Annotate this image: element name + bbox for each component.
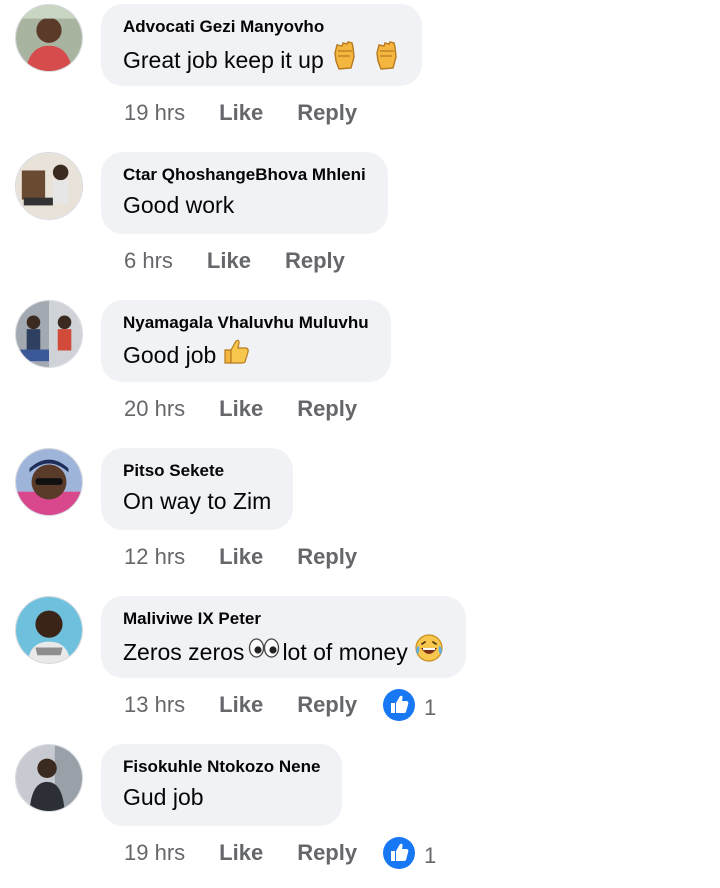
comment: Fisokuhle Ntokozo Nene Gud job 19 hrs Li… [0,740,720,888]
comment-timestamp[interactable]: 13 hrs [124,692,185,718]
comment-author[interactable]: Fisokuhle Ntokozo Nene [123,757,320,777]
comment-text: Zeros zeros lot of money [123,633,444,671]
reaction-count: 1 [424,842,437,868]
comment-author[interactable]: Nyamagala Vhaluvhu Muluvhu [123,313,369,333]
comment-bubble: Nyamagala Vhaluvhu Muluvhu Good job [101,300,391,382]
eyes-icon [248,636,280,668]
like-button[interactable]: Like [219,840,263,866]
comment-author[interactable]: Maliviwe IX Peter [123,609,444,629]
comment-timestamp[interactable]: 6 hrs [124,248,173,274]
comment-bubble: Advocati Gezi Manyovho Great job keep it… [101,4,422,86]
like-button[interactable]: Like [219,396,263,422]
comment-actions: 13 hrs Like Reply [124,690,357,720]
avatar[interactable] [15,448,83,516]
comment-bubble: Fisokuhle Ntokozo Nene Gud job [101,744,343,826]
comment: Advocati Gezi Manyovho Great job keep it… [0,0,720,148]
comment-body: On way to Zim [123,488,272,514]
comment-author[interactable]: Pitso Sekete [123,461,271,481]
comment-body: Gud job [123,784,204,810]
avatar[interactable] [15,596,83,664]
avatar[interactable] [15,4,83,72]
avatar[interactable] [15,744,83,812]
comment-text: Good job [123,337,369,373]
comment-actions: 19 hrs Like Reply [124,838,357,868]
comment-bubble: Ctar QhoshangeBhova Mhleni Good work [101,152,388,234]
like-button[interactable]: Like [219,100,263,126]
comment-body: Good job [123,342,217,368]
comment: Ctar QhoshangeBhova Mhleni Good work 6 h… [0,148,720,296]
comment-body: Great job keep it up [123,47,324,73]
laughing-tears-icon [414,633,444,671]
reaction-summary[interactable]: 1 [382,688,436,727]
like-reaction-icon [382,836,416,875]
comment: Maliviwe IX Peter Zeros zeros lot of mon… [0,592,720,740]
reaction-count: 1 [424,694,437,720]
like-reaction-icon [382,688,416,727]
comment-actions: 20 hrs Like Reply [124,394,357,424]
comment-bubble: Pitso Sekete On way to Zim [101,448,294,530]
comment-timestamp[interactable]: 20 hrs [124,396,185,422]
comment-bubble: Maliviwe IX Peter Zeros zeros lot of mon… [101,596,466,678]
avatar[interactable] [15,300,83,368]
like-button[interactable]: Like [219,692,263,718]
comment-body-end: lot of money [282,639,408,665]
like-button[interactable]: Like [207,248,251,274]
comment-body: Good work [123,192,235,218]
comment-body-start: Zeros zeros [123,639,245,665]
reply-button[interactable]: Reply [285,248,345,274]
comment: Pitso Sekete On way to Zim 12 hrs Like R… [0,444,720,592]
comment-timestamp[interactable]: 19 hrs [124,100,185,126]
comment-author[interactable]: Advocati Gezi Manyovho [123,17,400,37]
comment-author[interactable]: Ctar QhoshangeBhova Mhleni [123,165,366,185]
comment-actions: 12 hrs Like Reply [124,542,357,572]
raised-fist-icon [330,41,358,79]
comment-text: Great job keep it up [123,41,400,79]
comment: Nyamagala Vhaluvhu Muluvhu Good job 20 h… [0,296,720,444]
comment-timestamp[interactable]: 12 hrs [124,544,185,570]
thumbs-up-icon [222,337,250,373]
raised-fist-icon [372,41,400,79]
reply-button[interactable]: Reply [297,544,357,570]
reply-button[interactable]: Reply [297,840,357,866]
comment-actions: 19 hrs Like Reply [124,98,357,128]
reply-button[interactable]: Reply [297,396,357,422]
reaction-summary[interactable]: 1 [382,836,436,875]
avatar[interactable] [15,152,83,220]
comment-timestamp[interactable]: 19 hrs [124,840,185,866]
reply-button[interactable]: Reply [297,692,357,718]
like-button[interactable]: Like [219,544,263,570]
comment-actions: 6 hrs Like Reply [124,246,345,276]
reply-button[interactable]: Reply [297,100,357,126]
